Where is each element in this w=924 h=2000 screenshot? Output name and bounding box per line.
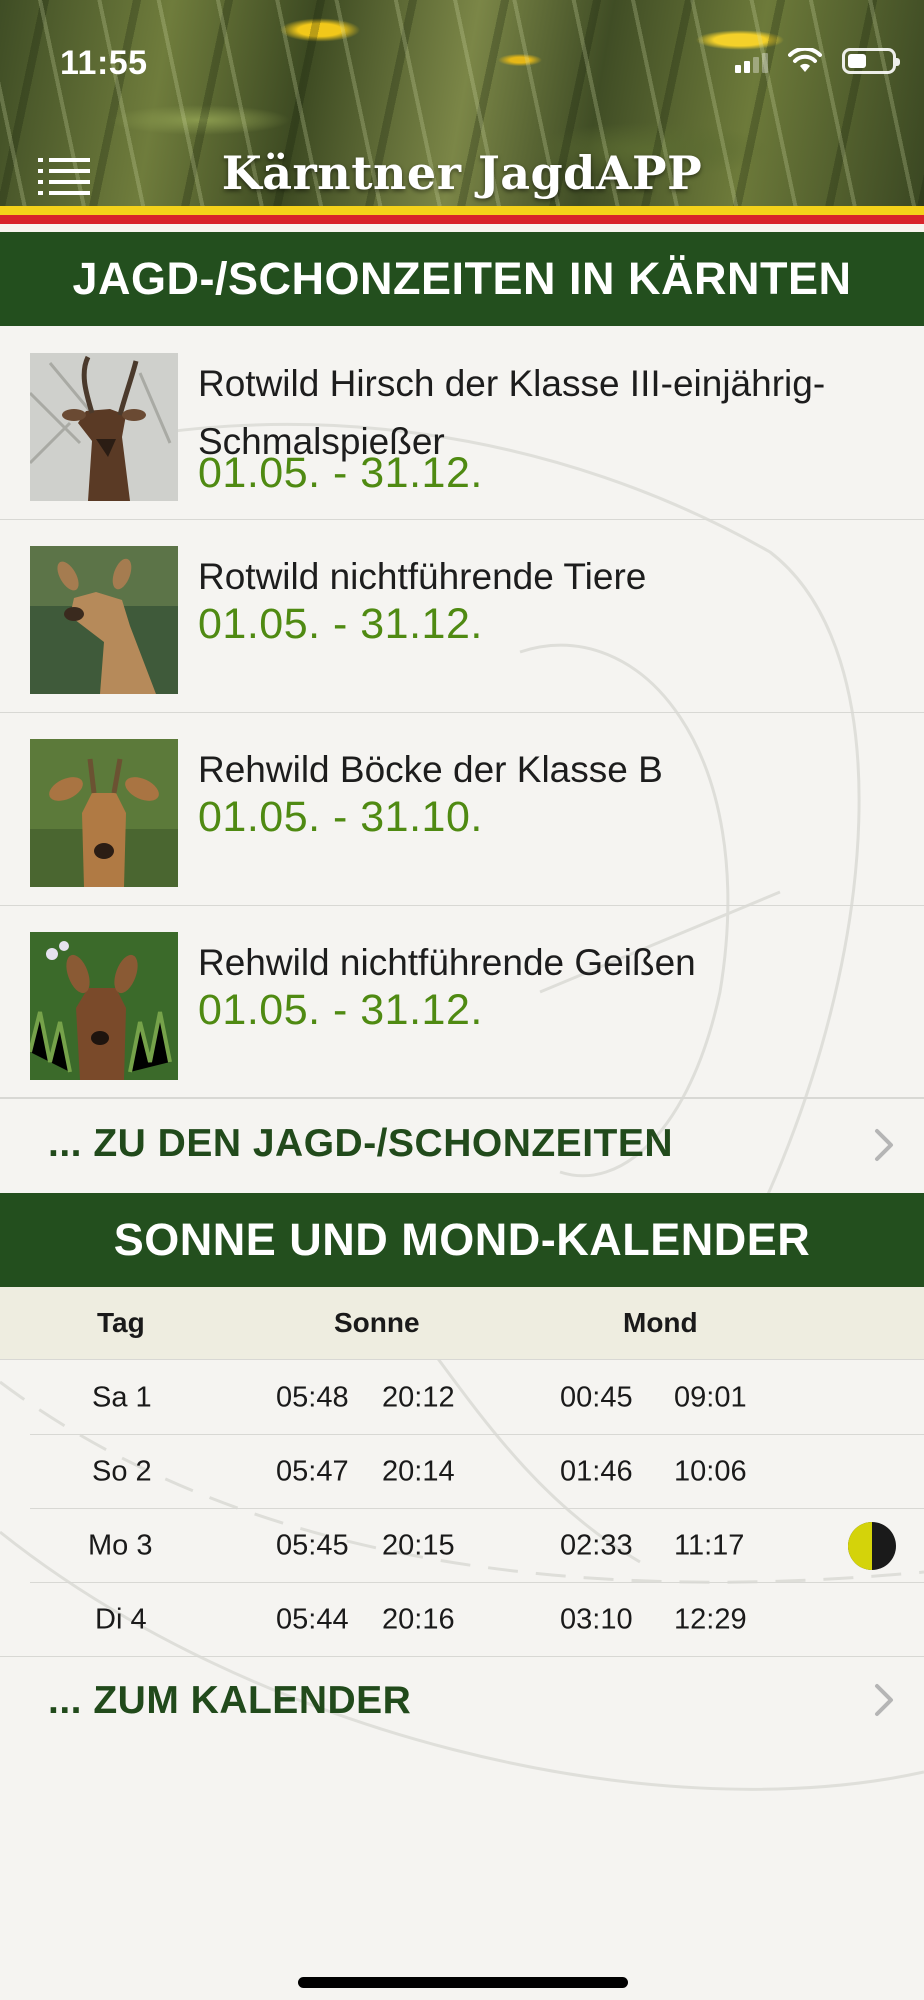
column-header-moon: Mond — [623, 1307, 698, 1338]
roe-doe-image — [30, 932, 178, 1080]
roe-buck-image — [30, 739, 178, 887]
season-dates: 01.05. - 31.12. — [198, 986, 483, 1034]
red-deer-hind-image — [30, 546, 178, 694]
day-cell: Sa 1 — [92, 1381, 152, 1414]
moonset-cell: 09:01 — [674, 1381, 747, 1414]
sunset-cell: 20:12 — [382, 1381, 455, 1414]
chevron-right-icon — [875, 1684, 893, 1716]
sunset-cell: 20:16 — [382, 1603, 455, 1635]
chevron-right-icon — [875, 1129, 893, 1161]
calendar-table-header: Tag Sonne Mond — [0, 1287, 924, 1360]
app-title: Kärntner JagdAPP — [221, 146, 703, 200]
hunting-seasons-heading: JAGD-/SCHONZEITEN IN KÄRNTEN — [0, 232, 924, 326]
list-item[interactable]: Rotwild Hirsch der Klasse III-einjährig-… — [0, 327, 924, 520]
wifi-icon — [788, 48, 822, 72]
list-item[interactable]: Rehwild Böcke der Klasse B 01.05. - 31.1… — [0, 713, 924, 906]
moonrise-cell: 02:33 — [560, 1529, 633, 1562]
table-row: Sa 1 05:48 20:12 00:45 09:01 — [0, 1361, 924, 1435]
column-header-day: Tag — [97, 1307, 145, 1338]
calendar-link[interactable]: ... ZUM KALENDER — [0, 1657, 924, 1753]
column-header-sun: Sonne — [334, 1307, 420, 1338]
sunrise-cell: 05:48 — [276, 1381, 349, 1414]
hunting-seasons-link-label: ... ZU DEN JAGD-/SCHONZEITEN — [48, 1122, 674, 1165]
moonrise-cell: 03:10 — [560, 1603, 633, 1635]
status-icons — [735, 48, 900, 74]
list-item[interactable]: Rotwild nichtführende Tiere 01.05. - 31.… — [0, 520, 924, 713]
half-moon-icon — [848, 1522, 896, 1570]
table-row: So 2 05:47 20:14 01:46 10:06 — [0, 1435, 924, 1509]
table-row: Di 4 05:44 20:16 03:10 12:29 — [0, 1583, 924, 1657]
home-indicator[interactable] — [298, 1977, 628, 1988]
species-list: Rotwild Hirsch der Klasse III-einjährig-… — [0, 327, 924, 1099]
species-name: Rehwild nichtführende Geißen — [198, 942, 696, 983]
app-header: 11:55 Kärntner JagdAPP — [0, 0, 924, 206]
sunrise-cell: 05:47 — [276, 1455, 349, 1488]
moonset-cell: 10:06 — [674, 1455, 747, 1488]
sunrise-cell: 05:45 — [276, 1529, 349, 1562]
season-dates: 01.05. - 31.10. — [198, 793, 483, 841]
cellular-signal-icon — [735, 49, 768, 73]
status-time: 11:55 — [60, 44, 148, 82]
sun-moon-calendar-heading: SONNE UND MOND-KALENDER — [0, 1193, 924, 1287]
red-deer-stag-image — [30, 353, 178, 501]
moonset-cell: 12:29 — [674, 1603, 747, 1635]
table-row: Mo 3 05:45 20:15 02:33 11:17 — [0, 1509, 924, 1583]
season-dates: 01.05. - 31.12. — [198, 449, 483, 497]
hunting-seasons-link[interactable]: ... ZU DEN JAGD-/SCHONZEITEN — [0, 1097, 924, 1193]
species-name: Rehwild Böcke der Klasse B — [198, 749, 663, 790]
sunrise-cell: 05:44 — [276, 1603, 349, 1635]
battery-icon — [842, 48, 900, 74]
day-cell: Mo 3 — [88, 1529, 153, 1562]
sunset-cell: 20:15 — [382, 1529, 455, 1562]
day-cell: So 2 — [92, 1455, 152, 1488]
moonrise-cell: 01:46 — [560, 1455, 633, 1488]
day-cell: Di 4 — [95, 1603, 147, 1635]
calendar-link-label: ... ZUM KALENDER — [48, 1679, 412, 1722]
sunset-cell: 20:14 — [382, 1455, 455, 1488]
moonset-cell: 11:17 — [674, 1529, 745, 1562]
carinthia-flag-stripe — [0, 206, 924, 233]
moonrise-cell: 00:45 — [560, 1381, 633, 1414]
species-name: Rotwild nichtführende Tiere — [198, 556, 647, 597]
season-dates: 01.05. - 31.12. — [198, 600, 483, 648]
list-item[interactable]: Rehwild nichtführende Geißen 01.05. - 31… — [0, 906, 924, 1099]
